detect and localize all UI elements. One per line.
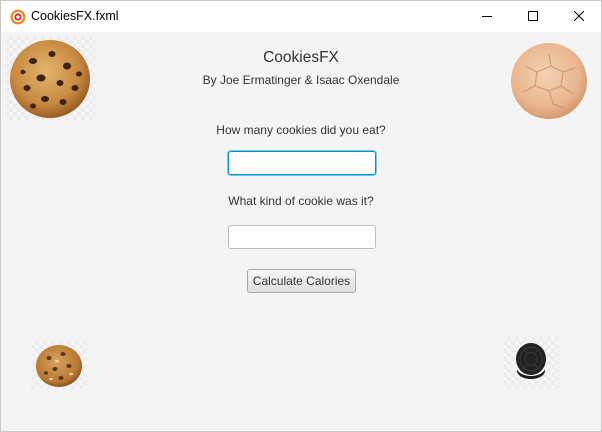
app-window: CookiesFX.fxml CookiesFX By Joe Ermating… xyxy=(0,0,602,432)
minimize-button[interactable] xyxy=(464,1,510,32)
close-icon xyxy=(574,11,584,21)
cookie-kind-input[interactable] xyxy=(228,225,376,249)
main-content: CookiesFX By Joe Ermatinger & Isaac Oxen… xyxy=(1,32,601,431)
cookie-count-label: How many cookies did you eat? xyxy=(216,123,386,137)
maximize-icon xyxy=(528,11,538,21)
minimize-icon xyxy=(482,16,492,17)
calculate-calories-button[interactable]: Calculate Calories xyxy=(247,269,356,293)
authors-text: By Joe Ermatinger & Isaac Oxendale xyxy=(202,73,400,87)
maximize-button[interactable] xyxy=(510,1,556,32)
oreo-cookie-image xyxy=(503,337,559,389)
oatmeal-cookie-image xyxy=(31,341,87,389)
title-bar[interactable]: CookiesFX.fxml xyxy=(1,1,601,32)
app-heading: CookiesFX xyxy=(263,49,339,66)
app-icon xyxy=(10,9,26,25)
cookie-count-input[interactable] xyxy=(228,151,376,175)
close-button[interactable] xyxy=(556,1,602,32)
window-title: CookiesFX.fxml xyxy=(31,9,119,23)
cookie-kind-label: What kind of cookie was it? xyxy=(228,194,374,208)
